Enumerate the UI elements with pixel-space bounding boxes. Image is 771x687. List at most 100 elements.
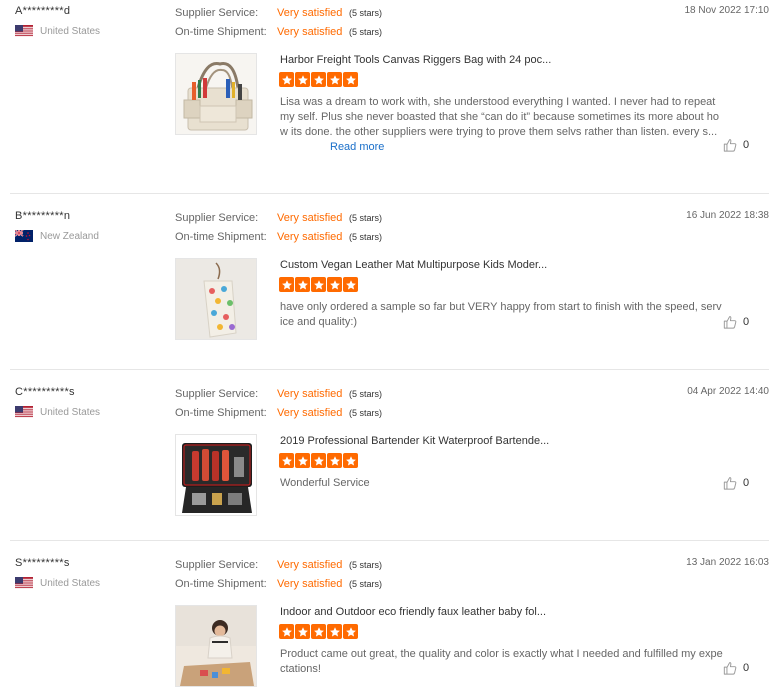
product-title-link[interactable]: Indoor and Outdoor eco friendly faux lea…	[280, 606, 546, 618]
review-divider	[10, 193, 769, 194]
helpful-button[interactable]: 0	[723, 661, 749, 675]
star-icon	[327, 453, 342, 468]
buyer-name: A*********d	[15, 5, 71, 17]
star-icon	[295, 277, 310, 292]
product-thumbnail[interactable]	[175, 434, 257, 516]
us-flag-icon	[15, 577, 33, 589]
thumbs-up-icon	[723, 477, 737, 490]
shipment-row: On-time Shipment: Very satisfied (5 star…	[175, 26, 382, 38]
star-icon	[327, 72, 342, 87]
buyer-country: New Zealand	[15, 230, 99, 242]
star-icon	[327, 624, 342, 639]
shipment-stars: (5 stars)	[349, 27, 383, 37]
shipment-label: On-time Shipment:	[175, 231, 267, 243]
shipment-label: On-time Shipment:	[175, 578, 267, 590]
star-icon	[343, 277, 358, 292]
buyer-country: United States	[15, 25, 100, 37]
product-title-link[interactable]: Harbor Freight Tools Canvas Riggers Bag …	[280, 54, 551, 66]
us-flag-icon	[15, 25, 33, 37]
review-text: have only ordered a sample so far but VE…	[280, 301, 722, 328]
star-icon	[295, 72, 310, 87]
buyer-country: United States	[15, 577, 100, 589]
supplier-service-value: Very satisfied	[277, 388, 343, 400]
buyer-name: C**********s	[15, 386, 75, 398]
helpful-button[interactable]: 0	[723, 138, 749, 152]
rating-stars	[279, 453, 358, 468]
star-icon	[279, 277, 294, 292]
shipment-label: On-time Shipment:	[175, 407, 267, 419]
country-name: United States	[40, 25, 101, 37]
shipment-value: Very satisfied	[277, 26, 343, 38]
product-thumbnail[interactable]	[175, 258, 257, 340]
shipment-label: On-time Shipment:	[175, 26, 267, 38]
shipment-stars: (5 stars)	[349, 232, 383, 242]
helpful-button[interactable]: 0	[723, 476, 749, 490]
us-flag-icon	[15, 406, 33, 418]
supplier-service-row: Supplier Service: Very satisfied (5 star…	[175, 559, 382, 571]
star-icon	[343, 72, 358, 87]
shipment-stars: (5 stars)	[349, 579, 383, 589]
review-item: C**********s United States Supplier Serv…	[0, 381, 771, 541]
product-thumbnail[interactable]	[175, 53, 257, 135]
supplier-service-stars: (5 stars)	[349, 560, 383, 570]
star-icon	[311, 624, 326, 639]
shipment-value: Very satisfied	[277, 231, 343, 243]
review-date: 16 Jun 2022 18:38	[686, 210, 769, 221]
star-icon	[295, 453, 310, 468]
review-text: Product came out great, the quality and …	[280, 648, 723, 675]
review-item: A*********d United States Supplier Servi…	[0, 0, 771, 193]
shipment-value: Very satisfied	[277, 578, 343, 590]
buyer-country: United States	[15, 406, 100, 418]
helpful-count: 0	[743, 662, 750, 674]
supplier-service-row: Supplier Service: Very satisfied (5 star…	[175, 212, 382, 224]
thumbs-up-icon	[723, 662, 737, 675]
buyer-name: B*********n	[15, 210, 71, 222]
shipment-row: On-time Shipment: Very satisfied (5 star…	[175, 231, 382, 243]
supplier-service-value: Very satisfied	[277, 7, 343, 19]
shipment-stars: (5 stars)	[349, 408, 383, 418]
supplier-service-label: Supplier Service:	[175, 559, 259, 571]
nz-flag-icon	[15, 230, 33, 242]
supplier-service-row: Supplier Service: Very satisfied (5 star…	[175, 7, 382, 19]
review-date: 13 Jan 2022 16:03	[686, 557, 769, 568]
supplier-service-label: Supplier Service:	[175, 212, 259, 224]
rating-stars	[279, 624, 358, 639]
country-name: United States	[40, 577, 101, 589]
supplier-service-value: Very satisfied	[277, 212, 343, 224]
baby-play-mat-image	[176, 606, 256, 686]
country-name: United States	[40, 406, 101, 418]
product-thumbnail[interactable]	[175, 605, 257, 687]
star-icon	[311, 72, 326, 87]
rating-stars	[279, 72, 358, 87]
review-date: 04 Apr 2022 14:40	[687, 386, 769, 397]
star-icon	[279, 72, 294, 87]
supplier-service-stars: (5 stars)	[349, 8, 383, 18]
helpful-count: 0	[743, 477, 750, 489]
product-title-link[interactable]: 2019 Professional Bartender Kit Waterpro…	[280, 435, 549, 447]
star-icon	[311, 453, 326, 468]
thumbs-up-icon	[723, 139, 737, 152]
read-more-link[interactable]: Read more	[330, 141, 384, 153]
leather-mat-image	[176, 259, 256, 339]
buyer-name: S*********s	[15, 557, 70, 569]
shipment-row: On-time Shipment: Very satisfied (5 star…	[175, 407, 382, 419]
review-text-body: Lisa was a dream to work with, she under…	[280, 96, 720, 138]
star-icon	[279, 453, 294, 468]
star-icon	[343, 624, 358, 639]
bartender-kit-image	[176, 435, 256, 515]
supplier-service-value: Very satisfied	[277, 559, 343, 571]
helpful-button[interactable]: 0	[723, 315, 749, 329]
shipment-row: On-time Shipment: Very satisfied (5 star…	[175, 578, 382, 590]
supplier-service-row: Supplier Service: Very satisfied (5 star…	[175, 388, 382, 400]
star-icon	[279, 624, 294, 639]
review-text: Lisa was a dream to work with, she under…	[280, 95, 724, 155]
product-title-link[interactable]: Custom Vegan Leather Mat Multipurpose Ki…	[280, 259, 547, 271]
review-item: S*********s United States Supplier Servi…	[0, 552, 771, 687]
country-name: New Zealand	[40, 230, 99, 242]
review-item: B*********n New Zealand Supplier Service…	[0, 205, 771, 370]
thumbs-up-icon	[723, 316, 737, 329]
supplier-service-label: Supplier Service:	[175, 7, 259, 19]
shipment-value: Very satisfied	[277, 407, 343, 419]
supplier-service-stars: (5 stars)	[349, 213, 383, 223]
helpful-count: 0	[743, 139, 750, 151]
